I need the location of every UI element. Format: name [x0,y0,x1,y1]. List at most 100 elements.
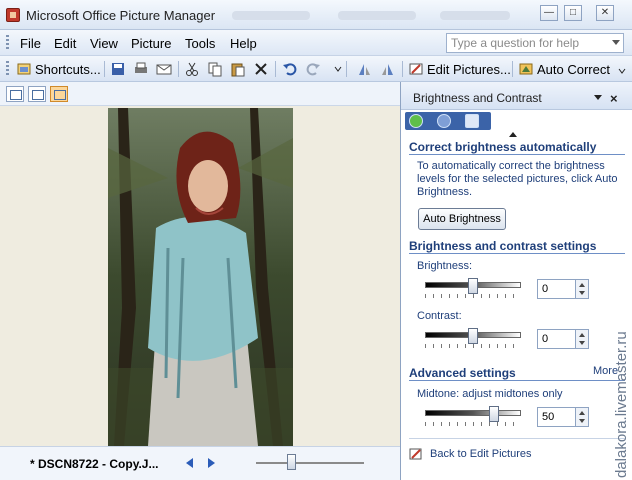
menu-file[interactable]: File [20,36,41,51]
contrast-ticks [425,344,521,348]
cut-icon [186,62,198,76]
menu-view[interactable]: View [90,36,118,51]
task-pane-title: Brightness and Contrast [413,91,542,105]
toolbar-grip-icon[interactable] [6,61,9,77]
back-arrow-icon[interactable] [409,114,423,128]
paste-icon [231,63,245,77]
status-bar: * DSCN8722 - Copy.J... [0,446,400,480]
toolbar-separator [275,61,276,77]
blurred-tab [440,11,510,20]
midtone-slider-track[interactable] [425,410,521,416]
auto-brightness-description: To automatically correct the brightness … [417,160,618,198]
brightness-slider-thumb[interactable] [468,278,478,294]
ask-question-placeholder: Type a question for help [451,36,580,50]
brightness-value: 0 [542,283,549,295]
auto-correct-button[interactable]: Auto Correct [518,60,610,78]
toolbar-separator [512,61,513,77]
scroll-up-icon[interactable] [509,132,517,137]
edit-pictures-button[interactable]: Edit Pictures... [408,60,511,78]
paste-button[interactable] [230,60,246,78]
close-icon[interactable]: × [610,91,618,106]
menu-help[interactable]: Help [230,36,257,51]
watermark: dalakora.livemaster.ru [613,108,631,478]
home-icon[interactable] [465,114,479,128]
section-divider [409,380,625,381]
print-icon [135,62,147,73]
minimize-button[interactable]: — [540,5,558,21]
brightness-spinner[interactable]: 0 [537,279,589,299]
blurred-tab [338,11,416,20]
portrait-photo [108,108,293,446]
forward-arrow-icon[interactable] [437,114,451,128]
chevron-down-icon[interactable] [612,40,620,45]
brightness-ticks [425,294,521,298]
email-icon [156,64,172,75]
menu-tools[interactable]: Tools [185,36,215,51]
midtone-label: Midtone: adjust midtones only [417,388,563,400]
section-divider [409,438,625,439]
view-mode-bar [0,82,400,106]
spin-up-icon[interactable] [579,283,585,287]
filmstrip-view-button[interactable] [28,86,46,102]
delete-button[interactable] [253,60,269,78]
toolbar-options-button[interactable] [618,60,626,78]
selected-picture[interactable] [108,108,293,446]
midtone-value: 50 [542,411,555,423]
spin-up-icon[interactable] [579,333,585,337]
midtone-spinner[interactable]: 50 [537,407,589,427]
rotate-left-button[interactable] [356,60,372,78]
redo-button[interactable] [305,60,321,78]
rotate-left-icon [359,64,370,75]
chevron-down-icon[interactable] [594,95,602,100]
task-pane-body: Correct brightness automatically To auto… [401,132,632,480]
email-button[interactable] [156,60,172,78]
ask-question-input[interactable]: Type a question for help [446,33,624,53]
spin-down-icon[interactable] [579,291,585,295]
previous-picture-icon[interactable] [186,458,193,468]
spin-up-icon[interactable] [579,411,585,415]
undo-button[interactable] [282,60,298,78]
spin-down-icon[interactable] [579,419,585,423]
brightness-spin-buttons[interactable] [575,280,588,298]
close-button[interactable]: ✕ [596,5,614,21]
task-pane-nav [405,112,491,130]
contrast-spinner[interactable]: 0 [537,329,589,349]
copy-button[interactable] [207,60,223,78]
contrast-label: Contrast: [417,310,462,322]
auto-correct-label: Auto Correct [537,61,610,77]
auto-correct-icon [518,61,534,77]
toolbar-separator [402,61,403,77]
edit-pictures-icon [408,61,424,77]
print-button[interactable] [133,60,149,78]
title-bar: Microsoft Office Picture Manager — □ ✕ [0,0,632,30]
copy-icon [208,62,222,77]
shortcuts-button[interactable]: Shortcuts... [16,60,101,78]
edit-pictures-icon [409,448,422,460]
zoom-slider-track[interactable] [256,462,364,464]
contrast-value: 0 [542,333,549,345]
save-button[interactable] [110,60,126,78]
cut-button[interactable] [184,60,200,78]
menu-picture[interactable]: Picture [131,36,171,51]
contrast-spin-buttons[interactable] [575,330,588,348]
zoom-slider-thumb[interactable] [286,454,296,470]
maximize-button[interactable]: □ [564,5,582,21]
current-filename: * DSCN8722 - Copy.J... [30,457,159,471]
toolbar-grip-icon[interactable] [6,35,9,51]
next-picture-icon[interactable] [208,458,215,468]
single-picture-view-button[interactable] [50,86,68,102]
thumbnail-view-button[interactable] [6,86,24,102]
midtone-slider-thumb[interactable] [489,406,500,422]
edit-pictures-label: Edit Pictures... [427,61,511,77]
picture-manager-icon [6,8,20,22]
back-to-edit-pictures-link[interactable]: Back to Edit Pictures [430,448,532,460]
contrast-slider-thumb[interactable] [468,328,478,344]
auto-brightness-button[interactable]: Auto Brightness [418,208,506,230]
task-pane-header: Brightness and Contrast × [401,82,632,110]
spin-down-icon[interactable] [579,341,585,345]
delete-icon [255,63,267,75]
toolbar-overflow-button[interactable] [334,60,342,78]
midtone-spin-buttons[interactable] [575,408,588,426]
rotate-right-button[interactable] [380,60,396,78]
menu-edit[interactable]: Edit [54,36,76,51]
